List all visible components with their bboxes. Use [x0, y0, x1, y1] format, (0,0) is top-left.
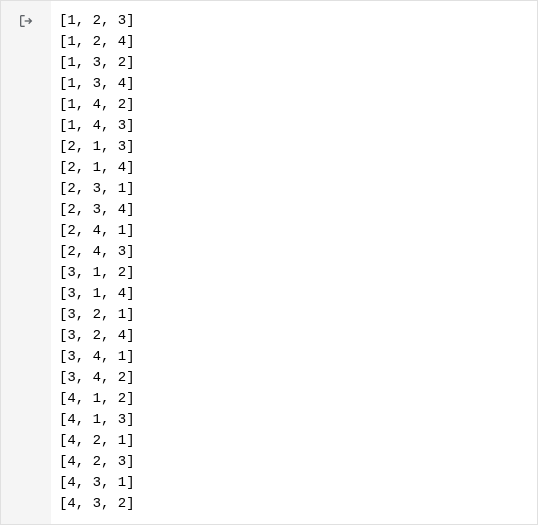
output-line: [1, 4, 2] — [59, 95, 529, 116]
output-line: [1, 2, 4] — [59, 32, 529, 53]
output-indicator-icon — [18, 13, 34, 29]
output-line: [4, 1, 3] — [59, 410, 529, 431]
cell-gutter — [1, 1, 51, 524]
output-line: [3, 4, 1] — [59, 347, 529, 368]
output-line: [4, 3, 1] — [59, 473, 529, 494]
output-line: [4, 3, 2] — [59, 494, 529, 515]
output-line: [1, 3, 4] — [59, 74, 529, 95]
output-cell: [1, 2, 3][1, 2, 4][1, 3, 2][1, 3, 4][1, … — [1, 1, 537, 524]
output-line: [3, 4, 2] — [59, 368, 529, 389]
output-line: [2, 1, 3] — [59, 137, 529, 158]
output-line: [3, 2, 1] — [59, 305, 529, 326]
output-line: [4, 1, 2] — [59, 389, 529, 410]
output-line: [4, 2, 3] — [59, 452, 529, 473]
output-line: [2, 3, 1] — [59, 179, 529, 200]
output-line: [1, 4, 3] — [59, 116, 529, 137]
output-line: [1, 2, 3] — [59, 11, 529, 32]
output-line: [2, 4, 1] — [59, 221, 529, 242]
output-text-area[interactable]: [1, 2, 3][1, 2, 4][1, 3, 2][1, 3, 4][1, … — [51, 1, 537, 524]
output-line: [2, 4, 3] — [59, 242, 529, 263]
output-line: [3, 1, 2] — [59, 263, 529, 284]
output-line: [2, 1, 4] — [59, 158, 529, 179]
output-line: [1, 3, 2] — [59, 53, 529, 74]
output-line: [4, 2, 1] — [59, 431, 529, 452]
output-line: [3, 2, 4] — [59, 326, 529, 347]
output-line: [2, 3, 4] — [59, 200, 529, 221]
output-line: [3, 1, 4] — [59, 284, 529, 305]
